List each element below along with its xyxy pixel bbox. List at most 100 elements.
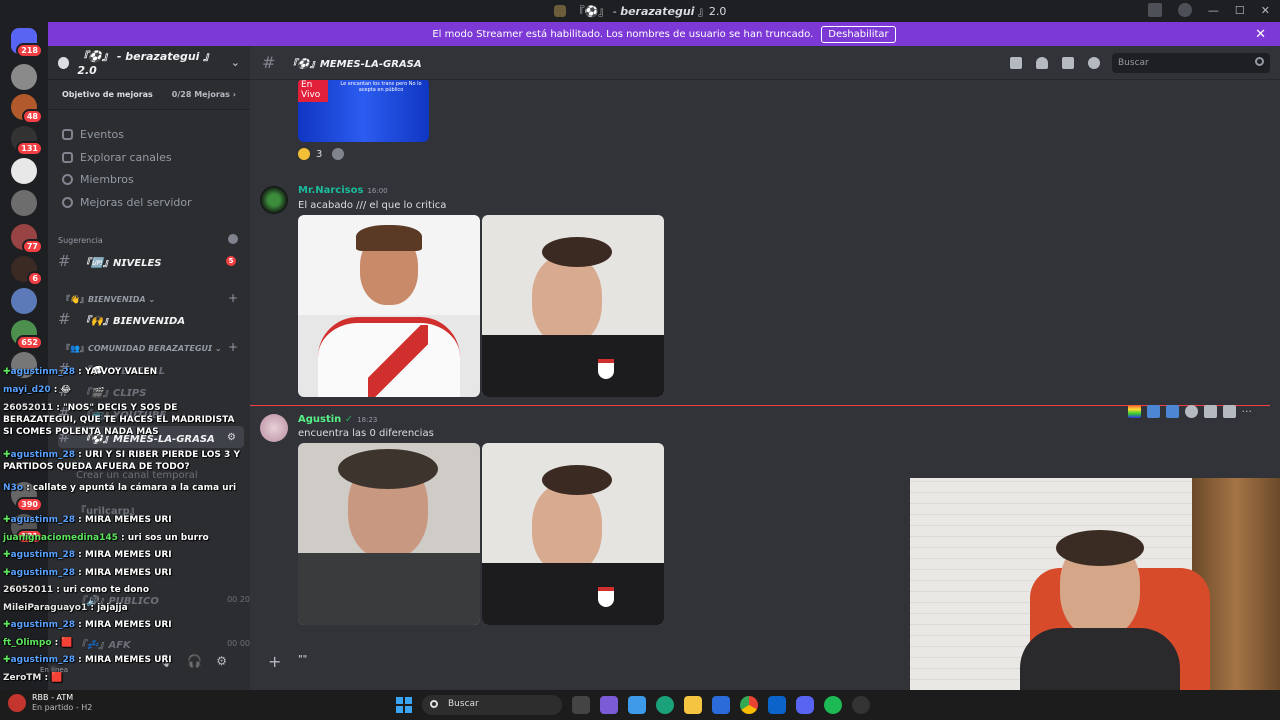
app-icon[interactable] [852,696,870,714]
live-caption: En Vivo [298,80,328,102]
store-icon[interactable] [712,696,730,714]
sidebar-item-browse-channels[interactable]: Explorar canales [62,151,172,164]
forward-icon[interactable] [1222,405,1236,418]
composer-text: "" [298,654,308,665]
add-reaction-icon[interactable] [1184,405,1198,418]
message-text: encuentra las 0 diferencias [298,428,434,439]
teams-icon[interactable] [600,696,618,714]
bell-icon[interactable] [1036,56,1048,69]
hair-shape [542,465,612,495]
maximize-button[interactable]: ☐ [1235,4,1245,17]
message-image[interactable]: En Vivo Le encantan los trans pero No lo… [298,80,429,142]
reaction-count: 3 [316,148,323,160]
server-header[interactable]: 『⚽』 - 𝙗𝙚𝙧𝙖𝙯𝙖𝙩𝙚𝙜𝙪𝙞 』2.0 ⌄ [48,46,250,80]
disable-streamer-button[interactable]: Deshabilitar [821,25,896,43]
server-badge: 131 [16,141,43,156]
server-icon[interactable]: 131 [11,126,43,156]
banner-close-icon[interactable]: ✕ [1255,27,1266,42]
face-shape [532,483,602,573]
game-widget[interactable]: RBB - ATM En partido - H2 [8,693,92,713]
hair-shape [542,237,612,267]
flag-icon[interactable] [1127,405,1141,418]
spotify-icon[interactable] [824,696,842,714]
file-explorer-icon[interactable] [572,696,590,714]
sidebar-item-events[interactable]: Eventos [62,128,124,141]
stream-chat-overlay: ✚agustinm_28 : YA VOY VALEN mayi_d20 : 😂… [0,365,245,690]
sidebar-item-members[interactable]: Miembros [62,173,134,186]
channel-niveles[interactable]: # 『🆙』𝙉𝙄𝙑𝙀𝙇𝙀𝙎 5 [58,252,244,270]
message-image[interactable] [482,215,664,397]
taskbar-search-input[interactable]: Buscar [422,695,562,715]
home-button[interactable]: 218 [11,28,43,58]
discord-icon[interactable] [796,696,814,714]
message-author[interactable]: Agustin ✓ 18:23 [298,414,377,425]
server-badge: 48 [21,109,43,124]
outlook-icon[interactable] [768,696,786,714]
timestamp: 16:00 [367,187,388,195]
message-image[interactable] [482,443,664,625]
help-icon[interactable] [1177,3,1192,17]
server-icon[interactable]: 652 [11,320,43,350]
channel-title: 『⚽』𝙈𝙀𝙈𝙀𝙎-𝙇𝘼-𝙂𝙍𝘼𝙎𝘼 [287,59,422,70]
server-icon[interactable] [11,190,37,216]
face-shape [532,255,602,345]
translate-g-icon[interactable] [1146,405,1160,418]
message-author[interactable]: Mr.Narcisos 16:00 [298,185,388,196]
avatar[interactable] [260,186,288,214]
category-bienvenida[interactable]: 『👋』𝘽𝙄𝙀𝙉𝙑𝙀𝙉𝙄𝘿𝘼 ⌄ [62,294,155,305]
attach-plus-icon[interactable]: + [268,652,281,671]
translate-a-icon[interactable] [1165,405,1179,418]
search-input[interactable]: Buscar [1112,52,1270,73]
folder-icon[interactable] [684,696,702,714]
reply-icon[interactable] [1203,405,1217,418]
add-channel-icon[interactable]: + [228,340,238,354]
chrome-icon[interactable] [740,696,758,714]
message-toolbar: ··· [1127,405,1253,418]
hair-shape [338,449,438,489]
server-icon[interactable] [11,288,37,314]
game-title: RBB - ATM [32,693,74,702]
edge-icon[interactable] [656,696,674,714]
game-icon [8,694,26,712]
server-icon[interactable]: 77 [11,224,43,254]
hoodie-shape [298,553,480,625]
crest-icon [598,359,614,379]
close-window-button[interactable]: ✕ [1261,4,1270,17]
server-badge: 652 [16,335,43,350]
boost-count: 0/28 Mejoras › [171,90,236,99]
add-reaction-icon[interactable] [332,148,345,160]
threads-icon[interactable] [1010,56,1022,69]
add-channel-icon[interactable]: + [228,291,238,305]
channel-bienvenida[interactable]: # 『🙌』𝘽𝙄𝙀𝙉𝙑𝙀𝙉𝙄𝘿𝘼 [58,310,244,328]
server-icon[interactable] [11,158,37,184]
chat-message: ✚agustinm_28 : MIRA MEMES URI [3,550,172,560]
windows-start-icon[interactable] [396,697,412,713]
minimize-button[interactable]: — [1208,4,1219,17]
avatar[interactable] [260,414,288,442]
server-icon[interactable]: 48 [11,94,43,124]
message-composer[interactable]: + "" [250,648,910,678]
server-icon[interactable] [11,64,37,90]
inbox-icon[interactable] [1147,3,1162,17]
shirt-shape [1020,628,1180,690]
hair-shape [1056,530,1144,566]
chat-user: mayi_d20 [3,385,51,395]
boost-goal[interactable]: Objetivo de mejoras 0/28 Mejoras › [48,80,250,110]
members-icon[interactable] [1088,56,1100,69]
message-image[interactable] [298,215,480,397]
message-image[interactable] [298,443,480,625]
reaction-pill[interactable]: 3 [298,148,322,160]
pin-icon[interactable] [1062,56,1074,69]
chat-message: N3o : callate y apuntá la cámara a la ca… [3,483,237,493]
webcam-overlay [910,478,1280,690]
more-icon[interactable]: ··· [1242,405,1253,418]
chat-message: ZeroTM : 🟥 [3,673,63,683]
dismiss-suggestion-icon[interactable] [228,234,238,244]
banner-text: El modo Streamer está habilitado. Los no… [432,28,814,40]
sidebar-item-server-boost[interactable]: Mejoras del servidor [62,196,192,209]
chevron-down-icon: ⌄ [230,56,240,69]
copilot-icon[interactable] [628,696,646,714]
server-icon [58,56,70,69]
category-comunidad[interactable]: 『👥』𝘾𝙊𝙈𝙐𝙉𝙄𝘿𝘼𝘿 𝘽𝙀𝙍𝘼𝙕𝘼𝙏𝙀𝙂𝙐𝙄 ⌄ [62,343,222,354]
server-icon[interactable]: 6 [11,256,43,286]
